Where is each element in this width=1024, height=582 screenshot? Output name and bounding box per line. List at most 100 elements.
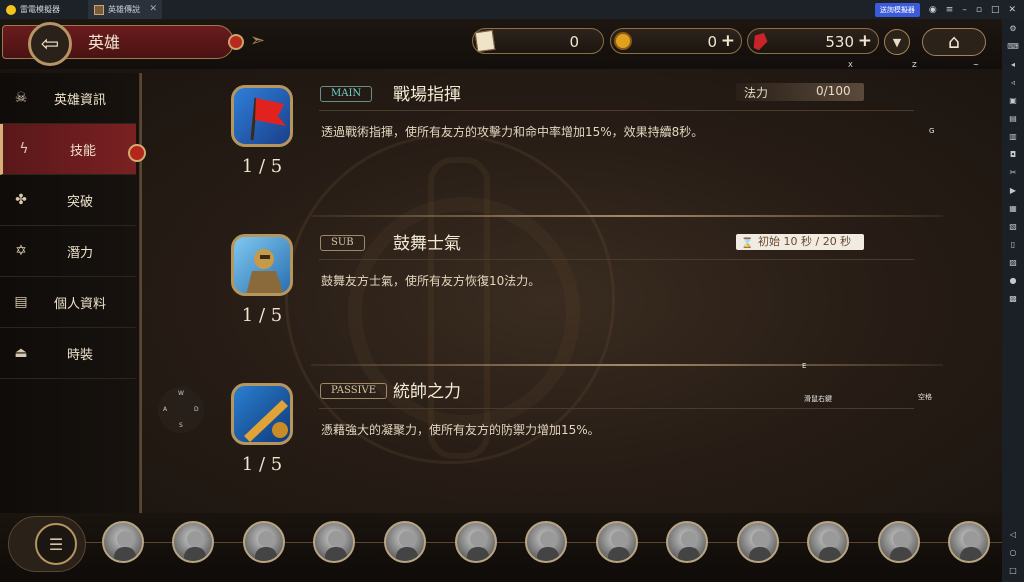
skill-name: 鼓舞士氣 (393, 234, 461, 254)
game-tab[interactable]: 英雄傳說 ✕ (88, 0, 162, 19)
minimize-icon[interactable]: – (962, 5, 967, 15)
document-icon: ▤ (14, 294, 28, 310)
roster-menu-button[interactable]: ☰ (8, 516, 86, 572)
resource-scroll-value: 0 (569, 33, 579, 51)
key-a: A (163, 406, 168, 413)
home-button[interactable]: ⌂ (922, 28, 986, 56)
sync-button[interactable]: 送詢模擬器 (874, 2, 920, 17)
wasd-key-overlay[interactable]: W A D S (158, 387, 204, 433)
emulator-app[interactable]: 雷電模擬器 (0, 0, 66, 19)
location-icon[interactable]: ● (1007, 274, 1019, 286)
nav-item-label: 突破 (66, 194, 93, 210)
hero-roster-bar: ☰ (0, 513, 1002, 582)
restore-icon[interactable]: ▫ (976, 5, 982, 15)
cooldown-text: 初始 10 秒 / 20 秒 (758, 235, 852, 248)
skill-name: 戰場指揮 (393, 85, 461, 105)
screen: { "emulator": { "app_name": "雷電模擬器", "ta… (0, 0, 1024, 582)
tab-close-icon[interactable]: ✕ (149, 4, 157, 14)
volume-up-icon[interactable]: ◂ (1007, 58, 1019, 70)
nav-item-potential[interactable]: ✡ 潛力 (0, 226, 136, 277)
hero-portrait[interactable] (666, 521, 708, 563)
back-button[interactable]: ⇦ (28, 22, 72, 66)
key-hint-z: Z (912, 61, 917, 69)
resource-gold[interactable]: 0 + (610, 28, 742, 54)
keyboard-icon[interactable]: ⌨ (1007, 40, 1019, 52)
nav-item-label: 個人資料 (53, 296, 106, 312)
skill-type-tag: PASSIVE (320, 383, 388, 399)
scroll-ticket-icon (471, 27, 499, 55)
lightning-icon: ϟ (19, 141, 29, 157)
section-divider (311, 364, 943, 366)
skill-icon-battle-command[interactable] (231, 85, 293, 147)
expand-dropdown-button[interactable]: ▼ (884, 29, 910, 55)
resource-crystal[interactable]: 530 + (747, 28, 879, 54)
skull-icon: ☠ (14, 90, 28, 106)
nav-item-breakthrough[interactable]: ✤ 突破 (0, 175, 136, 226)
nav-item-label: 潛力 (66, 245, 93, 261)
close-icon[interactable]: ✕ (1008, 5, 1016, 15)
hero-portrait[interactable] (948, 521, 990, 563)
key-hint-e: E (802, 362, 807, 370)
hero-portrait[interactable] (596, 521, 638, 563)
emulator-logo-icon (6, 4, 16, 15)
phone-icon[interactable]: ▯ (1007, 238, 1019, 250)
hero-portrait[interactable] (737, 521, 779, 563)
skill-icon-inspire[interactable] (231, 234, 293, 296)
hero-portrait[interactable] (172, 521, 214, 563)
sync-icon[interactable]: ▦ (1007, 202, 1019, 214)
skill-name: 統帥之力 (393, 382, 461, 402)
nav-item-skills[interactable]: ϟ 技能 (0, 124, 136, 175)
list-menu-icon: ☰ (35, 523, 77, 565)
game-viewport: ⇦ 英雄 ➣ 0 0 + 530 + ▼ ⌂ X Z ~ ☠ 英雄資訊 ϟ 技能… (0, 19, 1002, 582)
hero-portrait[interactable] (243, 521, 285, 563)
background-emblem (285, 134, 615, 464)
nav-item-hero-info[interactable]: ☠ 英雄資訊 (0, 73, 136, 124)
hanger-icon: ⏏ (14, 345, 28, 361)
screenshot-icon[interactable]: ▣ (1007, 94, 1019, 106)
copy-icon[interactable]: ▧ (1007, 220, 1019, 232)
emulator-side-toolbar: ⚙ ⌨ ◂ ◃ ▣ ▤ ▥ ◘ ✂ ▶ ▦ ▧ ▯ ▨ ● ▩ ◁ ○ □ (1002, 19, 1024, 582)
account-icon[interactable]: ◉ (929, 5, 937, 15)
video-icon[interactable]: ▶ (1007, 184, 1019, 196)
key-hint-g: G (929, 127, 935, 135)
hero-portrait[interactable] (313, 521, 355, 563)
nav-item-costume[interactable]: ⏏ 時裝 (0, 328, 136, 379)
hero-portrait[interactable] (878, 521, 920, 563)
hero-portrait[interactable] (525, 521, 567, 563)
menu-icon[interactable]: ≡ (946, 5, 954, 15)
add-gold-button[interactable]: + (721, 31, 735, 51)
maximize-icon[interactable]: □ (991, 5, 1000, 15)
add-crystal-button[interactable]: + (858, 31, 872, 51)
skill-icon-commander[interactable] (231, 383, 293, 445)
titlebar-controls: 送詢模擬器 ◉ ≡ – ▫ □ ✕ (874, 2, 1024, 17)
skill-description: 憑藉強大的凝聚力，使所有友方的防禦力增加15%。 (321, 423, 600, 437)
nav-item-profile[interactable]: ▤ 個人資料 (0, 277, 136, 328)
key-s: S (179, 422, 183, 429)
hero-portrait[interactable] (807, 521, 849, 563)
ornament-icon: ➣ (250, 30, 266, 51)
back-nav-icon[interactable]: ◁ (1007, 528, 1019, 540)
resource-scroll[interactable]: 0 (472, 28, 604, 54)
volume-down-icon[interactable]: ◃ (1007, 76, 1019, 88)
skill-description: 透過戰術指揮，使所有友方的攻擊力和命中率增加15%，效果持續8秒。 (321, 125, 704, 139)
home-icon: ⌂ (947, 31, 961, 53)
skill-description: 鼓舞友方士氣，使所有友方恢復10法力。 (321, 274, 541, 288)
robot-icon[interactable]: ◘ (1007, 148, 1019, 160)
gallery-icon[interactable]: ▩ (1007, 292, 1019, 304)
menu-divider (140, 73, 142, 513)
hero-portrait[interactable] (455, 521, 497, 563)
record-icon[interactable]: ▤ (1007, 112, 1019, 124)
scissors-icon[interactable]: ✂ (1007, 166, 1019, 178)
hero-portrait[interactable] (102, 521, 144, 563)
section-divider (311, 215, 943, 217)
nav-item-label: 技能 (69, 143, 96, 159)
skill-type-tag: SUB (320, 235, 365, 251)
files-icon[interactable]: ▨ (1007, 256, 1019, 268)
recent-nav-icon[interactable]: □ (1007, 564, 1019, 576)
folder-icon[interactable]: ▥ (1007, 130, 1019, 142)
hero-portrait[interactable] (384, 521, 426, 563)
clover-icon: ✤ (15, 192, 27, 208)
home-nav-icon[interactable]: ○ (1007, 546, 1019, 558)
chevron-down-icon: ▼ (892, 35, 902, 49)
settings-icon[interactable]: ⚙ (1007, 22, 1019, 34)
